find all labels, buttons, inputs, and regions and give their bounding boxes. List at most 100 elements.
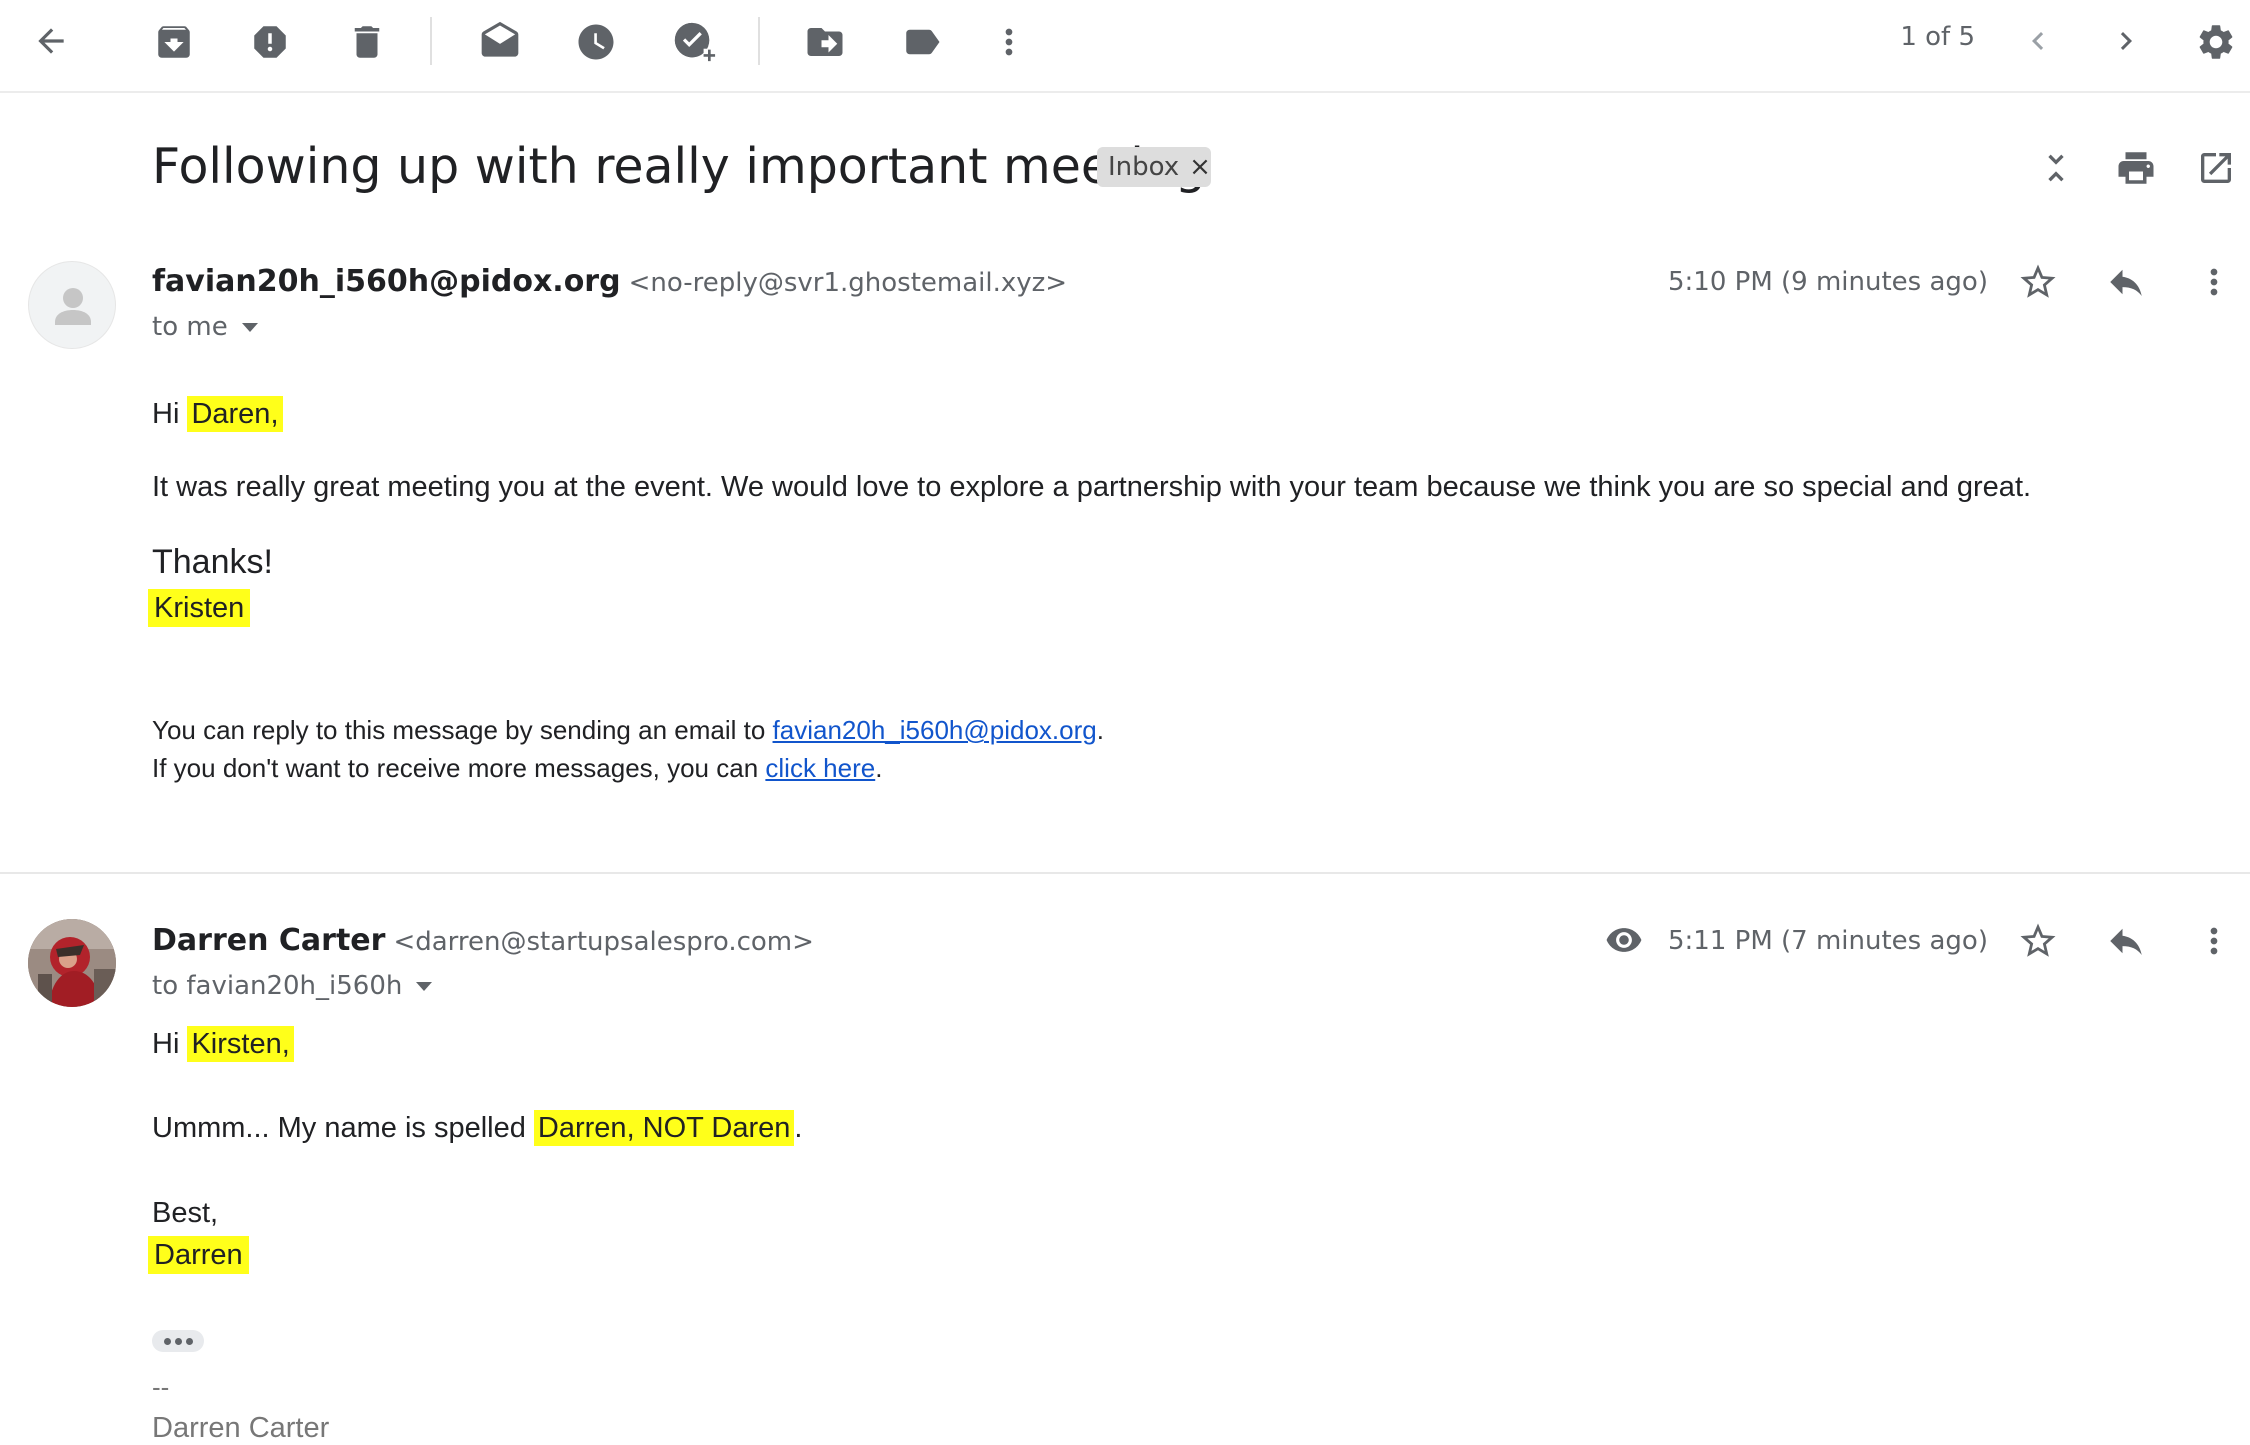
open-in-new-icon [2201, 153, 2231, 183]
inbox-label-chip[interactable]: Inbox × [1097, 147, 1211, 187]
clock-icon [578, 24, 614, 60]
star-outline-icon [2020, 923, 2056, 957]
more-vert-icon [2210, 927, 2218, 955]
older-button[interactable] [2104, 18, 2148, 64]
message2-greeting: Hi Kirsten, [152, 1026, 294, 1062]
eye-icon [1606, 928, 1642, 952]
sender-avatar-placeholder[interactable] [28, 261, 116, 349]
message1-signature: Kristen [148, 589, 251, 627]
show-trimmed-content-button[interactable] [152, 1330, 204, 1352]
back-button[interactable] [26, 18, 76, 64]
star-outline-icon [2020, 264, 2056, 298]
labels-button[interactable] [896, 16, 948, 68]
move-to-button[interactable] [799, 16, 851, 68]
dot-icon [174, 1337, 182, 1345]
message2-sender-line: Darren Carter <darren@startupsalespro.com… [152, 923, 814, 958]
signature-separator: -- [152, 1372, 170, 1402]
arrow-back-icon [38, 28, 64, 54]
message2-star-button[interactable] [2014, 917, 2062, 965]
message1-recipients[interactable]: to me [152, 312, 258, 342]
chevron-left-icon [2032, 32, 2044, 50]
highlighted-name: Daren, [187, 396, 283, 432]
dot-icon [163, 1337, 171, 1345]
message1-reply-button[interactable] [2102, 258, 2150, 306]
add-task-icon [674, 22, 716, 62]
message1-more-button[interactable] [2190, 258, 2238, 306]
reply-icon [2110, 928, 2142, 955]
highlighted-correction: Darren, NOT Daren [533, 1110, 795, 1146]
body-prefix: Ummm... My name is spelled [152, 1112, 534, 1144]
message1-thanks: Thanks! [152, 543, 273, 581]
message-divider [0, 872, 2250, 874]
message2-recipients[interactable]: to favian20h_i560h [152, 971, 433, 1001]
toolbar-separator [430, 17, 432, 65]
chevron-down-icon[interactable] [241, 322, 258, 332]
newer-button[interactable] [2016, 18, 2060, 64]
message1-footer-unsubscribe: If you don't want to receive more messag… [152, 753, 882, 784]
greeting-prefix: Hi [152, 1028, 188, 1060]
message1-timestamp: 5:10 PM (9 minutes ago) [1668, 267, 1988, 297]
archive-button[interactable] [148, 16, 200, 68]
highlighted-signature: Darren [148, 1236, 249, 1274]
message2-to-label: to favian20h_i560h [152, 971, 403, 1001]
pager-count: 1 of 5 [1900, 22, 1975, 52]
more-options-button[interactable] [985, 16, 1033, 68]
archive-icon [158, 26, 190, 58]
message1-star-button[interactable] [2014, 258, 2062, 306]
message2-body: Ummm... My name is spelled Darren, NOT D… [152, 1110, 803, 1146]
footer-text: You can reply to this message by sending… [152, 715, 773, 745]
collapse-all-button[interactable] [2032, 144, 2080, 192]
body-suffix: . [794, 1112, 803, 1144]
tracking-eye-button[interactable] [1602, 918, 1646, 962]
unfold-less-icon [2048, 154, 2064, 182]
trash-icon [354, 26, 380, 58]
settings-button[interactable] [2190, 16, 2242, 68]
chevron-right-icon [2120, 32, 2132, 50]
highlighted-name: Kirsten, [187, 1026, 294, 1062]
report-spam-button[interactable] [244, 16, 296, 68]
reply-email-link[interactable]: favian20h_i560h@pidox.org [773, 715, 1097, 745]
remove-label-button[interactable]: × [1189, 152, 1211, 182]
label-text: Inbox [1108, 152, 1180, 182]
message2-sender-email: <darren@startupsalespro.com> [393, 927, 814, 957]
message1-body: It was really great meeting you at the e… [152, 471, 2032, 503]
greeting-prefix: Hi [152, 398, 188, 430]
message1-sender-line: favian20h_i560h@pidox.org <no-reply@svr1.… [152, 264, 1067, 299]
label-icon [906, 29, 940, 55]
message2-timestamp: 5:11 PM (7 minutes ago) [1668, 926, 1988, 956]
dot-icon [185, 1337, 193, 1345]
footer-text: . [875, 753, 883, 783]
toolbar-separator [758, 17, 760, 65]
chevron-down-icon[interactable] [416, 981, 433, 991]
message1-sender-email: <no-reply@svr1.ghostemail.xyz> [628, 268, 1068, 298]
message2-closing: Best, [152, 1197, 219, 1229]
message2-sender-name[interactable]: Darren Carter [152, 923, 385, 958]
thread-subject: Following up with really important meeti… [152, 138, 1207, 195]
snooze-button[interactable] [570, 16, 622, 68]
message1-greeting: Hi Daren, [152, 396, 283, 432]
sender-avatar[interactable] [28, 919, 116, 1007]
more-vert-icon [1005, 28, 1013, 56]
mark-unread-icon [481, 21, 519, 57]
delete-button[interactable] [341, 16, 393, 68]
message1-sender-name[interactable]: favian20h_i560h@pidox.org [152, 264, 621, 299]
print-all-button[interactable] [2112, 144, 2160, 192]
move-to-icon [807, 28, 843, 56]
unsubscribe-link[interactable]: click here [765, 753, 875, 783]
message2-signature: Darren [148, 1236, 249, 1274]
report-icon [254, 26, 286, 58]
add-to-tasks-button[interactable] [668, 16, 720, 68]
message2-more-button[interactable] [2190, 917, 2238, 965]
avatar-photo [28, 919, 116, 1007]
message1-footer-reply: You can reply to this message by sending… [152, 715, 1104, 746]
highlighted-signature: Kristen [148, 589, 251, 627]
message2-reply-button[interactable] [2102, 917, 2150, 965]
mark-unread-button[interactable] [474, 16, 526, 68]
more-vert-icon [2210, 268, 2218, 296]
footer-text: If you don't want to receive more messag… [152, 753, 766, 783]
gear-icon [2199, 25, 2233, 59]
open-new-window-button[interactable] [2192, 144, 2240, 192]
signature-name: Darren Carter [152, 1412, 330, 1444]
reply-icon [2110, 269, 2142, 296]
footer-text: . [1096, 715, 1104, 745]
